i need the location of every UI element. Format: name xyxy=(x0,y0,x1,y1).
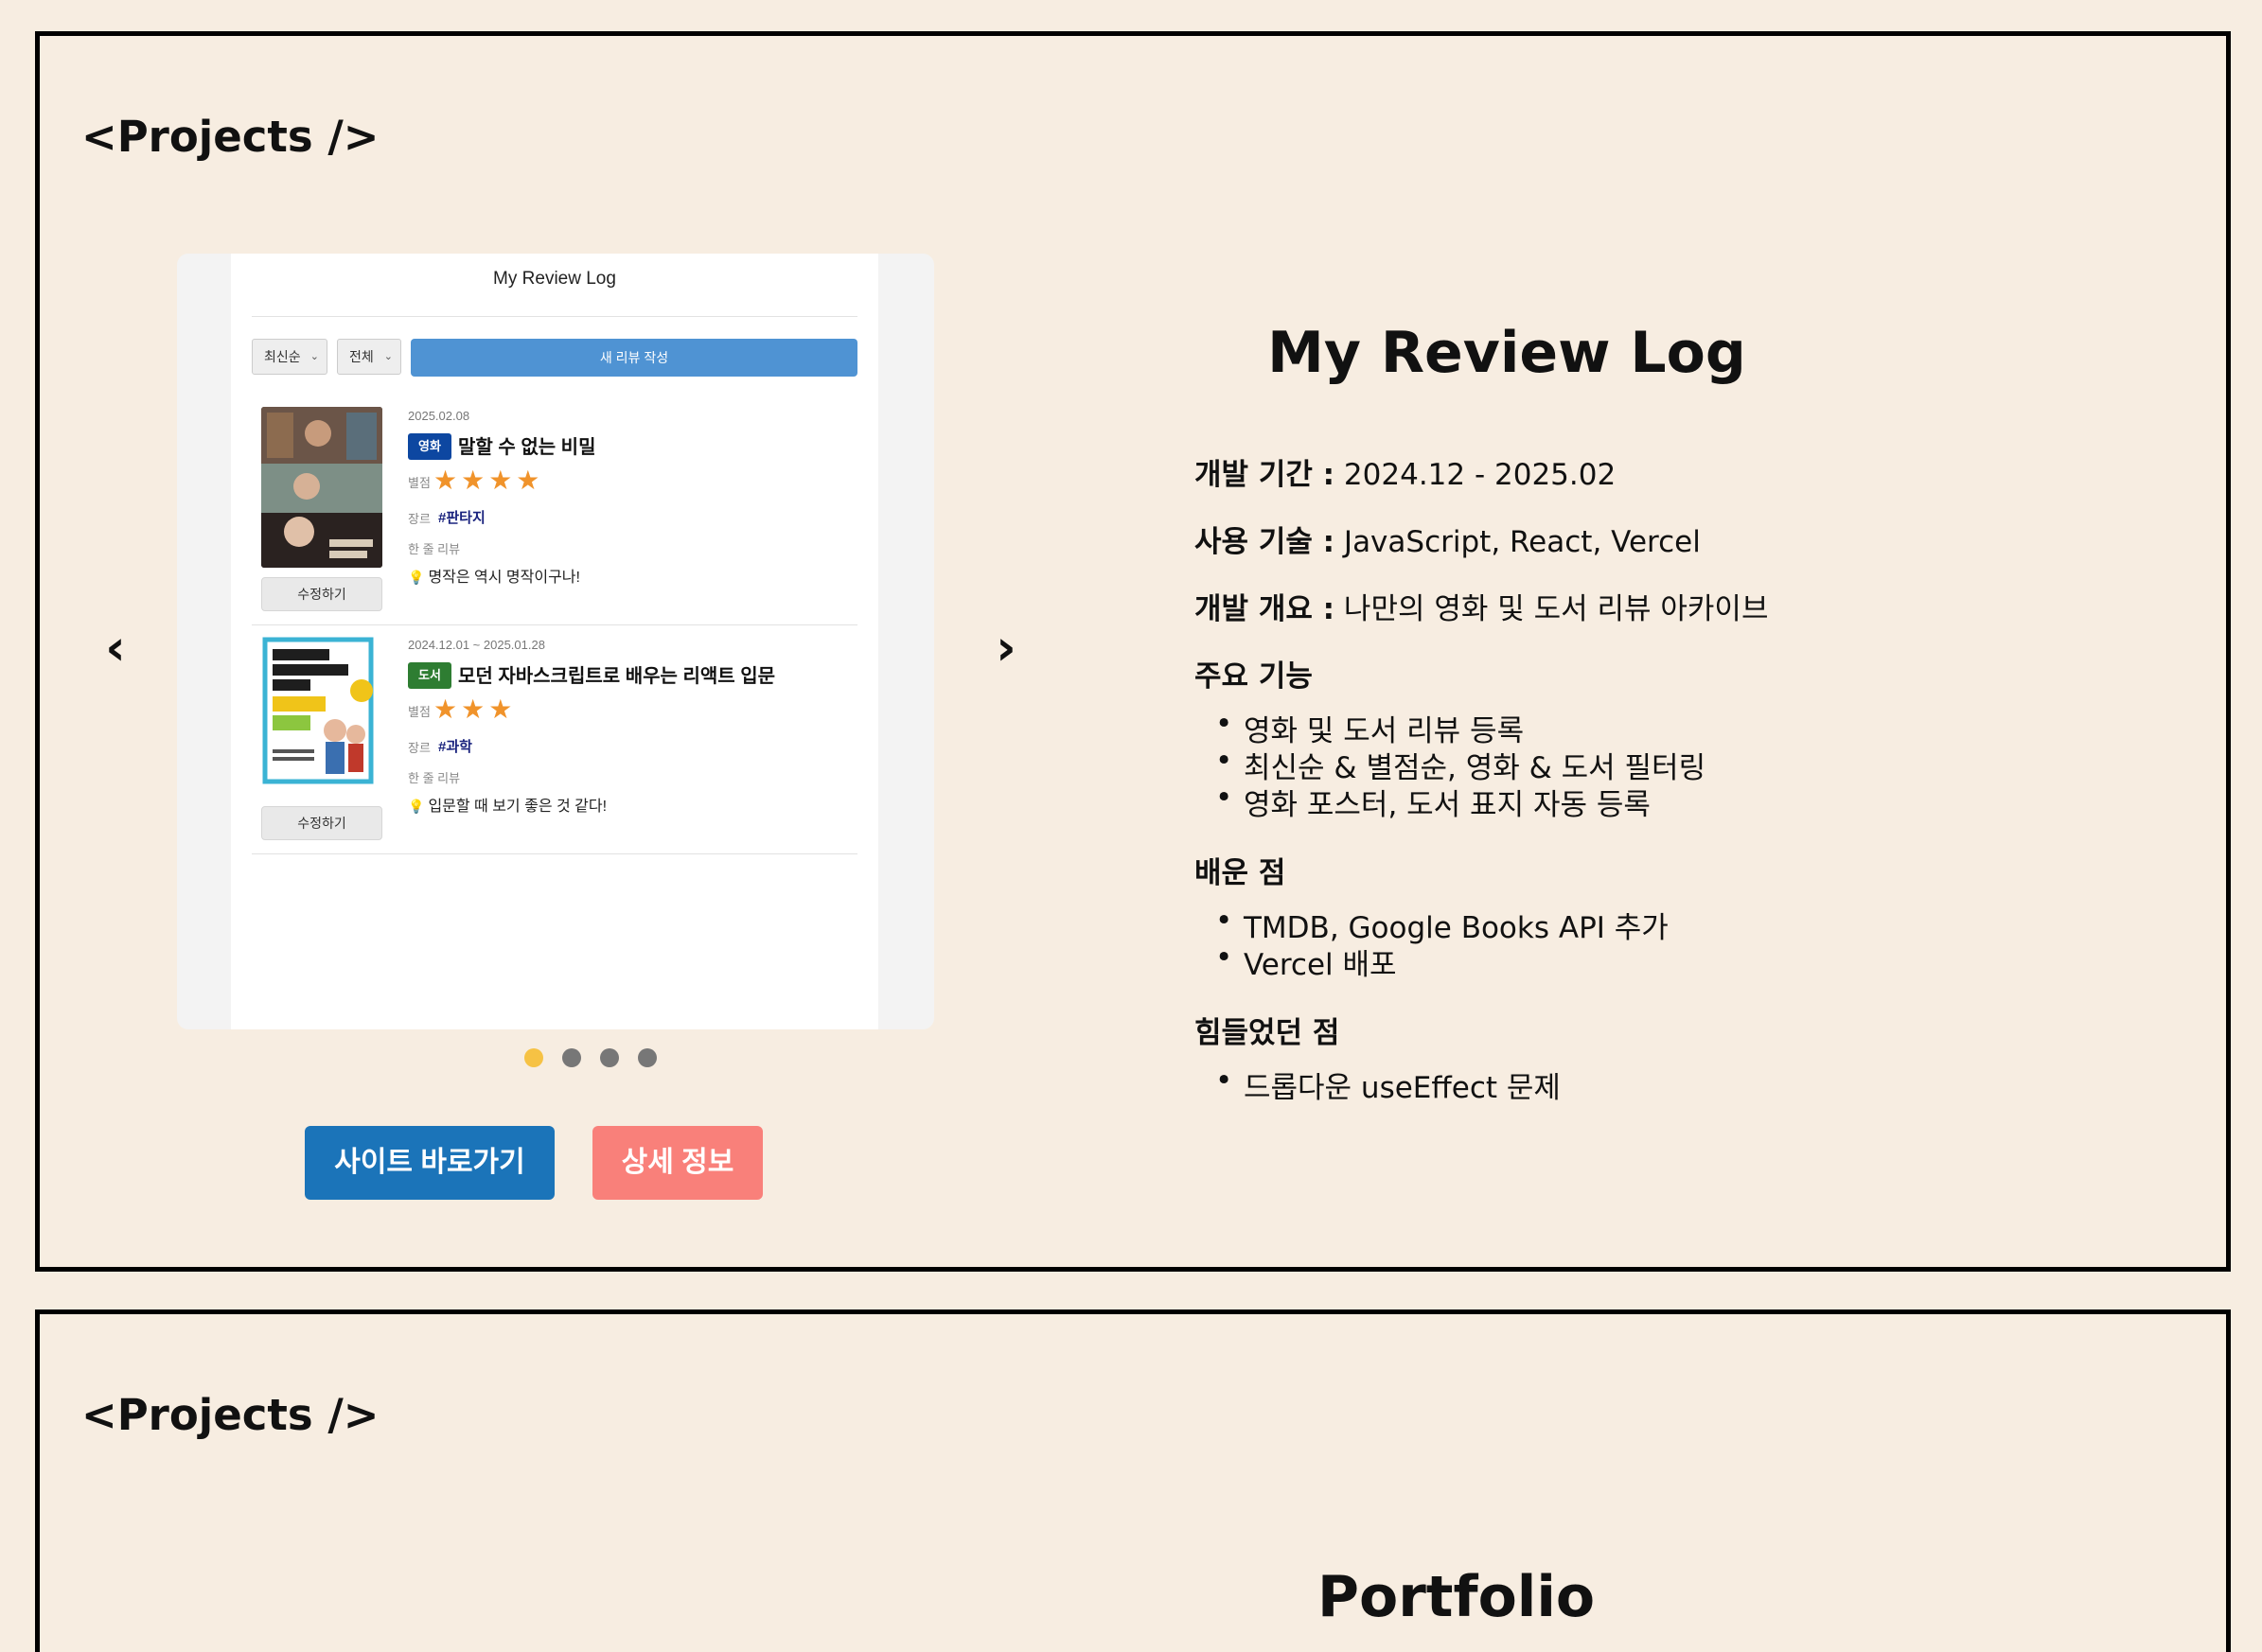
project-title: Portfolio xyxy=(1317,1564,1596,1630)
genre-label: 장르 xyxy=(408,741,431,755)
app-title: My Review Log xyxy=(493,269,616,289)
filter-select: 전체 ⌄ xyxy=(337,339,401,375)
tech-row: 사용 기술 : JavaScript, React, Vercel xyxy=(1194,518,1701,560)
project-section: <Projects /> Portfolio xyxy=(35,1309,2231,1652)
learned-item: Vercel 배포 xyxy=(1215,940,1396,983)
carousel-next-arrow-icon[interactable]: › xyxy=(978,615,1034,681)
overview-value: 나만의 영화 및 도서 리뷰 아카이브 xyxy=(1343,592,1769,626)
carousel-dot[interactable] xyxy=(562,1048,581,1067)
movie-poster-image xyxy=(261,407,382,568)
carousel-prev-arrow-icon[interactable]: ‹ xyxy=(87,615,144,681)
carousel-dot[interactable] xyxy=(638,1048,657,1067)
divider xyxy=(252,853,857,854)
review-card: 수정하기 2024.12.01 ~ 2025.01.28 도서 모던 자바스크립… xyxy=(252,624,857,853)
section-heading: <Projects /> xyxy=(81,112,380,162)
overview-label: 개발 개요 : xyxy=(1194,592,1335,626)
oneline-review: 💡 명작은 역시 명작이구나! xyxy=(408,564,580,587)
carousel-slide: My Review Log 최신순 ⌄ 전체 ⌄ 새 리뷰 작성 수정하기 20… xyxy=(177,254,934,1029)
carousel-dots xyxy=(524,1048,676,1071)
lightbulb-icon: 💡 xyxy=(408,799,425,814)
edit-button: 수정하기 xyxy=(261,577,382,611)
oneline-label: 한 줄 리뷰 xyxy=(408,542,461,556)
category-badge: 영화 xyxy=(408,433,451,460)
genre-label: 장르 xyxy=(408,512,431,526)
detail-info-button[interactable]: 상세 정보 xyxy=(592,1126,763,1200)
project-screenshot: My Review Log 최신순 ⌄ 전체 ⌄ 새 리뷰 작성 수정하기 20… xyxy=(231,254,878,1029)
lightbulb-icon: 💡 xyxy=(408,570,425,585)
features-heading: 주요 기능 xyxy=(1194,659,1313,694)
carousel-dot[interactable] xyxy=(524,1048,543,1067)
rating-label: 별점 xyxy=(408,705,431,719)
overview-row: 개발 개요 : 나만의 영화 및 도서 리뷰 아카이브 xyxy=(1194,585,1768,627)
oneline-label: 한 줄 리뷰 xyxy=(408,771,461,785)
learned-heading: 배운 점 xyxy=(1194,856,1286,890)
sort-select-value: 최신순 xyxy=(264,349,301,364)
project-section: <Projects /> ‹ › My Review Log 최신순 ⌄ 전체 … xyxy=(35,31,2231,1272)
edit-button: 수정하기 xyxy=(261,806,382,840)
review-title: 말할 수 없는 비밀 xyxy=(458,437,596,458)
feature-item: 영화 포스터, 도서 표지 자동 등록 xyxy=(1215,781,1651,823)
star-rating: ★★★ xyxy=(433,694,517,725)
difficulty-item: 드롭다운 useEffect 문제 xyxy=(1215,1063,1561,1106)
carousel-dot[interactable] xyxy=(600,1048,619,1067)
oneline-review: 💡 입문할 때 보기 좋은 것 같다! xyxy=(408,793,607,816)
sort-select: 최신순 ⌄ xyxy=(252,339,327,375)
tech-value: JavaScript, React, Vercel xyxy=(1343,525,1701,559)
period-label: 개발 기간 : xyxy=(1194,458,1335,492)
review-date: 2024.12.01 ~ 2025.01.28 xyxy=(408,638,545,652)
review-date: 2025.02.08 xyxy=(408,409,470,423)
divider xyxy=(252,316,857,317)
chevron-down-icon: ⌄ xyxy=(383,351,393,362)
rating-label: 별점 xyxy=(408,476,431,490)
genre-tag: #과학 xyxy=(438,739,472,755)
oneline-text: 입문할 때 보기 좋은 것 같다! xyxy=(428,799,608,815)
oneline-text: 명작은 역시 명작이구나! xyxy=(428,570,580,586)
review-title: 모던 자바스크립트로 배우는 리액트 입문 xyxy=(458,666,776,687)
tech-label: 사용 기술 : xyxy=(1194,525,1335,559)
category-badge: 도서 xyxy=(408,662,451,689)
genre-tag: #판타지 xyxy=(438,510,486,526)
section-heading: <Projects /> xyxy=(81,1390,380,1440)
chevron-down-icon: ⌄ xyxy=(309,351,319,362)
review-card: 수정하기 2025.02.08 영화 말할 수 없는 비밀 별점 ★★★★ 장르… xyxy=(252,395,857,624)
new-review-button: 새 리뷰 작성 xyxy=(411,339,857,377)
period-row: 개발 기간 : 2024.12 - 2025.02 xyxy=(1194,450,1616,493)
project-title: My Review Log xyxy=(1267,320,1746,386)
filter-select-value: 전체 xyxy=(349,349,374,364)
difficulties-heading: 힘들었던 점 xyxy=(1194,1016,1340,1050)
book-cover-image xyxy=(261,636,382,797)
visit-site-button[interactable]: 사이트 바로가기 xyxy=(305,1126,555,1200)
period-value: 2024.12 - 2025.02 xyxy=(1343,458,1617,492)
star-rating: ★★★★ xyxy=(433,465,544,496)
